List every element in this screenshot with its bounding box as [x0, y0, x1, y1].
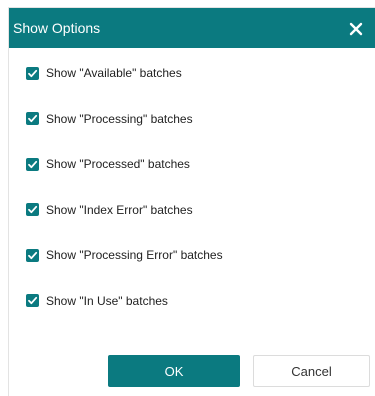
- checkmark-icon: [28, 251, 38, 259]
- checkbox[interactable]: [26, 112, 39, 125]
- checkmark-icon: [28, 160, 38, 168]
- checkbox[interactable]: [26, 203, 39, 216]
- option-processing-error[interactable]: Show "Processing Error" batches: [26, 247, 223, 263]
- options-list: Show "Available" batches Show "Processin…: [26, 65, 223, 338]
- option-label: Show "Processing" batches: [46, 111, 193, 126]
- checkbox[interactable]: [26, 66, 39, 80]
- close-icon: [349, 22, 363, 36]
- checkmark-icon: [28, 296, 38, 305]
- option-label: Show "Processed" batches: [46, 157, 190, 171]
- option-index-error[interactable]: Show "Index Error" batches: [26, 202, 223, 218]
- checkbox[interactable]: [26, 294, 39, 307]
- checkbox[interactable]: [26, 157, 39, 171]
- cancel-button[interactable]: Cancel: [253, 355, 370, 387]
- option-processed[interactable]: Show "Processed" batches: [26, 156, 223, 172]
- option-label: Show "In Use" batches: [46, 293, 168, 308]
- close-button[interactable]: [343, 16, 369, 42]
- checkmark-icon: [28, 114, 38, 123]
- checkmark-icon: [28, 205, 38, 214]
- option-available[interactable]: Show "Available" batches: [26, 65, 223, 81]
- option-processing[interactable]: Show "Processing" batches: [26, 111, 223, 127]
- option-in-use[interactable]: Show "In Use" batches: [26, 293, 223, 309]
- ok-button[interactable]: OK: [108, 355, 240, 387]
- checkbox[interactable]: [26, 248, 39, 262]
- dialog-title: Show Options: [13, 20, 101, 36]
- option-label: Show "Index Error" batches: [46, 202, 193, 217]
- dialog-titlebar: Show Options: [9, 8, 375, 48]
- option-label: Show "Available" batches: [46, 66, 182, 80]
- dialog-footer: OK Cancel: [9, 355, 375, 387]
- option-label: Show "Processing Error" batches: [46, 248, 223, 262]
- show-options-dialog: Show Options Show "Available" batches Sh…: [9, 8, 375, 396]
- checkmark-icon: [28, 69, 38, 77]
